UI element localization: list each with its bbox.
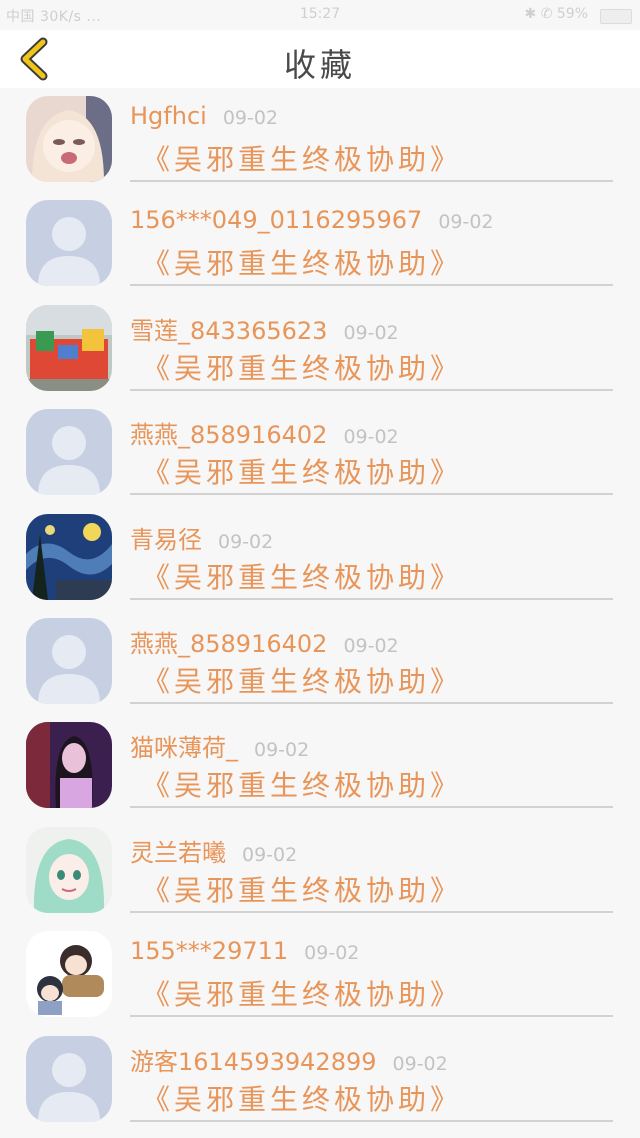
user-name: 156***049_0116295967 (130, 206, 423, 235)
user-name: 灵兰若曦 (130, 838, 226, 867)
avatar (26, 826, 112, 913)
item-date: 09-02 (343, 426, 399, 449)
favorites-list: Hgfhci 09-02 《吴邪重生终极协助》 156***049_011629… (0, 88, 640, 1138)
default-person-icon (26, 200, 112, 287)
item-date: 09-02 (304, 942, 360, 965)
book-title: 《吴邪重生终极协助》 (142, 873, 463, 907)
list-item[interactable]: 155***29711 09-02 《吴邪重生终极协助》 (0, 923, 640, 1027)
book-title: 《吴邪重生终极协助》 (142, 351, 463, 385)
header: 收藏 (0, 30, 640, 88)
divider (130, 701, 613, 704)
user-name: 游客1614593942899 (130, 1047, 377, 1076)
anime-girl-avatar-icon (26, 96, 112, 182)
page-title: 收藏 (283, 46, 356, 84)
item-date: 09-02 (343, 321, 399, 344)
divider (130, 284, 613, 287)
divider (130, 1015, 613, 1018)
book-title: 《吴邪重生终极协助》 (142, 664, 463, 698)
user-name: 燕燕_858916402 (130, 421, 328, 450)
divider (130, 493, 613, 496)
item-date: 09-02 (392, 1052, 448, 1075)
list-item[interactable]: 燕燕_858916402 09-02 《吴邪重生终极协助》 (0, 610, 640, 714)
chibi-characters-icon (26, 931, 112, 1018)
list-item[interactable]: 猫咪薄荷_ 09-02 《吴邪重生终极协助》 (0, 714, 640, 818)
girl-purple-photo-icon (26, 722, 112, 809)
avatar (26, 513, 112, 600)
list-item[interactable]: 灵兰若曦 09-02 《吴邪重生终极协助》 (0, 819, 640, 923)
list-item[interactable]: 156***049_0116295967 09-02 《吴邪重生终极协助》 (0, 192, 640, 296)
default-person-icon (26, 1035, 112, 1122)
user-name: 燕燕_858916402 (130, 629, 328, 658)
avatar (26, 304, 112, 391)
item-date: 09-02 (242, 843, 298, 866)
status-right: ✱ ✆ 59% (524, 6, 588, 22)
user-name: 青易径 (130, 525, 202, 554)
avatar (26, 200, 112, 287)
battery-icon (600, 9, 632, 24)
divider (130, 180, 613, 182)
default-person-icon (26, 617, 112, 704)
anime-green-hair-icon (26, 826, 112, 913)
list-item[interactable]: 燕燕_858916402 09-02 《吴邪重生终极协助》 (0, 401, 640, 505)
book-title: 《吴邪重生终极协助》 (142, 1082, 463, 1116)
avatar (26, 617, 112, 704)
item-date: 09-02 (222, 107, 279, 129)
item-date: 09-02 (254, 739, 310, 762)
item-date: 09-02 (438, 211, 494, 234)
list-item[interactable]: 游客1614593942899 09-02 《吴邪重生终极协助》 (0, 1028, 640, 1132)
divider (130, 597, 613, 600)
book-title: 《吴邪重生终极协助》 (142, 769, 463, 803)
user-name: Hgfhci (130, 102, 207, 130)
divider (130, 910, 613, 913)
avatar (26, 96, 112, 182)
user-name: 猫咪薄荷_ (130, 734, 238, 763)
avatar (26, 409, 112, 496)
divider (130, 806, 613, 809)
item-date: 09-02 (343, 634, 399, 657)
bouncy-castle-photo-icon (26, 304, 112, 391)
status-bar: 中国 30K/s ... 15:27 ✱ ✆ 59% (0, 0, 640, 30)
list-item[interactable]: 青易径 09-02 《吴邪重生终极协助》 (0, 506, 640, 610)
item-date: 09-02 (218, 530, 274, 553)
starry-night-painting-icon (26, 513, 112, 600)
book-title: 《吴邪重生终极协助》 (142, 143, 463, 176)
user-name: 155***29711 (130, 937, 289, 966)
divider (130, 388, 613, 391)
book-title: 《吴邪重生终极协助》 (142, 560, 463, 594)
list-item[interactable]: 雪莲_843365623 09-02 《吴邪重生终极协助》 (0, 297, 640, 401)
book-title: 《吴邪重生终极协助》 (142, 978, 463, 1012)
divider (130, 1119, 613, 1122)
list-item[interactable]: Hgfhci 09-02 《吴邪重生终极协助》 (0, 88, 640, 192)
avatar (26, 931, 112, 1018)
avatar (26, 722, 112, 809)
default-person-icon (26, 409, 112, 496)
avatar (26, 1035, 112, 1122)
book-title: 《吴邪重生终极协助》 (142, 456, 463, 490)
user-name: 雪莲_843365623 (130, 316, 328, 345)
book-title: 《吴邪重生终极协助》 (142, 247, 463, 281)
